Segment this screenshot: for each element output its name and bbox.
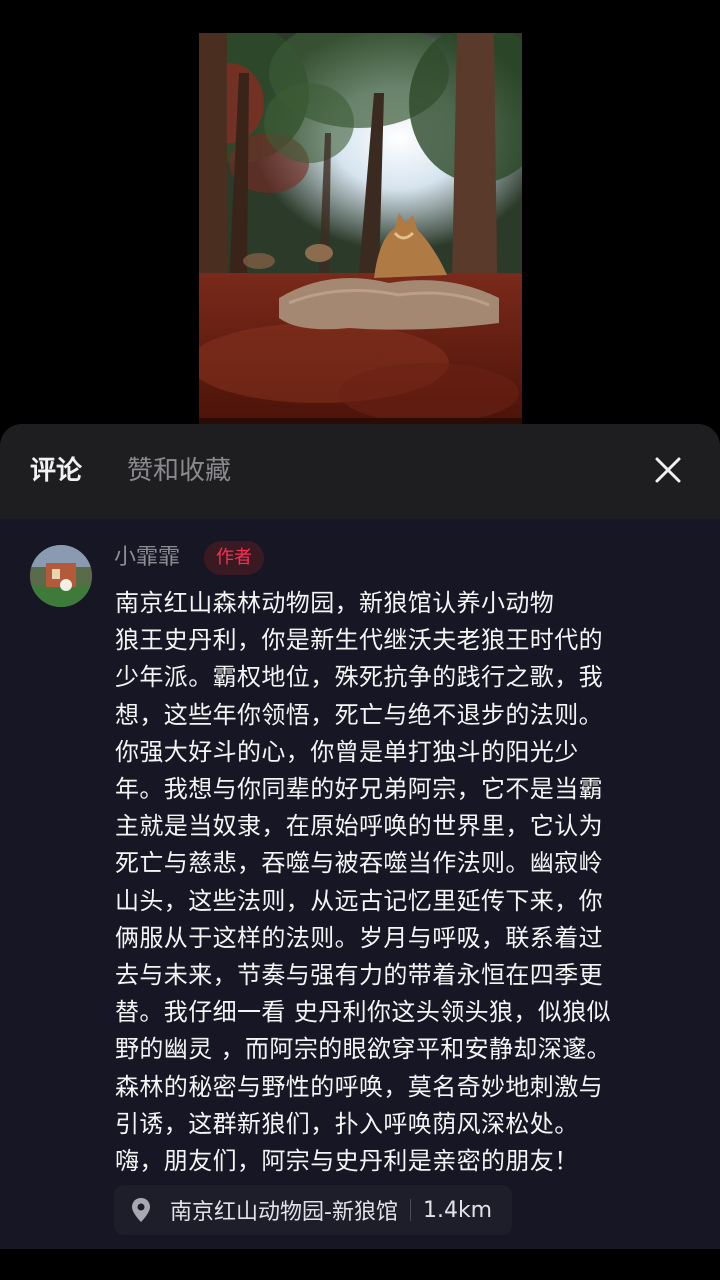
comment-line: 森林的秘密与野性的呼唤，莫名奇妙地刺激与 (115, 1072, 603, 1101)
comment-line: 俩服从于这样的法则。岁月与呼吸，联系着过 (115, 923, 603, 952)
comment-list: 小霏霏 作者 南京红山森林动物园，新狼馆认养小动物 狼王史丹利，你是新生代继沃夫… (0, 519, 720, 1249)
close-icon (655, 457, 681, 483)
comment-line: 少年派。霸权地位，殊死抗争的践行之歌，我 (115, 663, 603, 692)
comment-line: 引诱，这群新狼们，扑入呼唤荫风深松处。 (115, 1109, 579, 1138)
wolf-forest-photo (199, 33, 522, 428)
comment-line: 死亡与慈悲，吞噬与被吞噬当作法则。幽寂岭 (115, 849, 603, 878)
screen: 评论 赞和收藏 小霏霏 作者 南京红山森林动物园，新狼馆认养小动物 狼王史丹利，… (0, 0, 720, 1280)
tab-comments[interactable]: 评论 (30, 454, 82, 488)
comment-line: 狼王史丹利，你是新生代继沃夫老狼王时代的 (115, 626, 603, 655)
comment-text: 南京红山森林动物园，新狼馆认养小动物 狼王史丹利，你是新生代继沃夫老狼王时代的 … (115, 585, 685, 1180)
sheet-header: 评论 赞和收藏 (0, 424, 720, 520)
comment-line: 去与未来，节奏与强有力的带着永恒在四季更 (115, 961, 603, 990)
comment-line: 主就是当奴隶，在原始呼唤的世界里，它认为 (115, 812, 603, 841)
location-divider (409, 1199, 411, 1221)
location-chip[interactable]: 南京红山动物园-新狼馆 1.4km (114, 1185, 513, 1235)
tab-likes-and-favorites[interactable]: 赞和收藏 (127, 454, 231, 488)
location-name: 南京红山动物园-新狼馆 (170, 1200, 398, 1225)
avatar[interactable] (30, 545, 92, 607)
comment-line: 年。我想与你同辈的好兄弟阿宗，它不是当霸 (115, 775, 603, 804)
author-badge: 作者 (204, 541, 264, 575)
comment-line: 南京红山森林动物园，新狼馆认养小动物 (115, 589, 555, 617)
comment-line: 山头，这些法则，从远古记忆里延传下来，你 (115, 886, 603, 915)
close-button[interactable] (646, 448, 690, 492)
avatar-image (30, 545, 92, 607)
comment-username[interactable]: 小霏霏 (114, 543, 180, 573)
comment-sheet: 评论 赞和收藏 小霏霏 作者 南京红山森林动物园，新狼馆认养小动物 狼王史丹利，… (0, 424, 720, 1280)
comment-line: 嗨，朋友们，阿宗与史丹利是亲密的朋友！ (115, 1147, 579, 1176)
location-pin-icon (132, 1198, 150, 1222)
location-distance: 1.4km (422, 1197, 493, 1223)
comment-line: 野的幽灵 ，而阿宗的眼欲穿平和安静却深邃。 (115, 1035, 612, 1064)
comment-line: 你强大好斗的心，你曾是单打独斗的阳光少 (115, 737, 579, 766)
post-image[interactable] (199, 33, 522, 428)
bottom-strip (0, 1249, 720, 1280)
comment-line: 替。我仔细一看 史丹利你这头领头狼，似狼似 (115, 998, 612, 1027)
comment-line: 想，这些年你领悟，死亡与绝不退步的法则。 (115, 700, 603, 729)
